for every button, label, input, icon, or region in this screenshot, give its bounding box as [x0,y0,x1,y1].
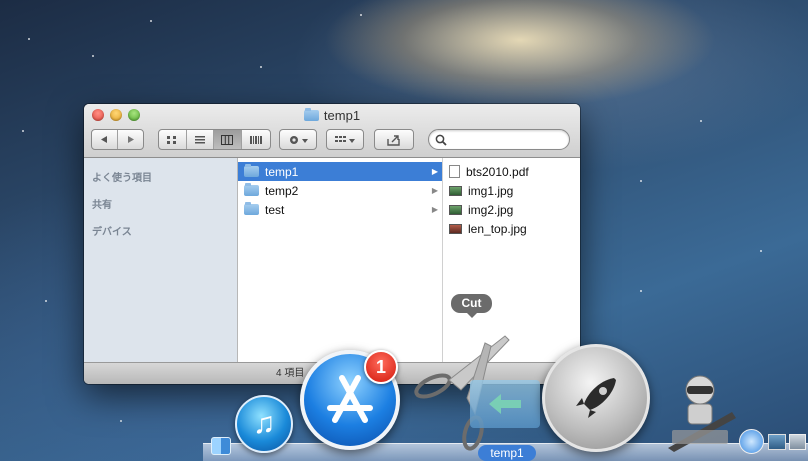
share-seg [375,130,413,149]
list-item[interactable]: img1.jpg [443,181,580,200]
sidebar-header-devices[interactable]: デバイス [84,218,237,245]
window-title-text: temp1 [323,108,361,123]
forward-button[interactable] [118,130,143,149]
list-item[interactable]: len_top.jpg [443,219,580,238]
back-forward-control [91,129,144,150]
back-button[interactable] [92,130,118,149]
column-view-button[interactable] [214,130,242,149]
share-button[interactable] [374,129,414,150]
folder-icon [244,164,259,177]
notification-badge: 1 [364,350,398,384]
launchpad-icon[interactable] [542,344,650,452]
image-icon [449,223,462,234]
disclosure-arrow-icon: ▶ [431,205,438,214]
folder-icon [244,183,259,196]
item-name: len_top.jpg [468,221,527,236]
action-menu-seg [280,130,316,149]
preview-icon[interactable] [768,434,786,450]
sidebar: よく使う項目 共有 デバイス [84,158,238,362]
arrange-icon [335,135,355,143]
item-name: temp1 [265,164,299,179]
list-view-button[interactable] [187,130,215,149]
item-count: 4 項目 [276,368,305,379]
list-item[interactable]: temp2 ▶ [238,181,442,200]
column-view-icon [221,134,234,145]
list-item[interactable]: temp1 ▶ [238,162,442,181]
list-item[interactable]: bts2010.pdf [443,162,580,181]
folder-icon[interactable] [470,380,540,428]
automator-icon[interactable] [662,372,737,452]
gear-icon [290,135,308,144]
rocket-icon [576,378,616,418]
list-view-icon [194,135,205,143]
search-icon [435,134,447,146]
image-icon [449,204,462,215]
back-arrow-icon [100,136,107,143]
pdf-icon [449,165,460,178]
arrange-menu-button[interactable] [326,129,364,150]
folder-icon [244,202,259,215]
item-name: img1.jpg [468,183,514,198]
item-name: temp2 [265,183,299,198]
coverflow-view-button[interactable] [242,130,270,149]
list-item[interactable]: img2.jpg [443,200,580,219]
sidebar-header-shared[interactable]: 共有 [84,191,237,218]
item-name: img2.jpg [468,202,514,217]
view-mode-control [158,129,271,150]
window-title: temp1 [84,108,580,123]
arrow-left-icon [489,394,521,414]
item-name: bts2010.pdf [466,164,529,179]
list-item[interactable]: test ▶ [238,200,442,219]
title-bar: temp1 [84,104,580,158]
safari-icon[interactable] [739,429,764,454]
sidebar-header-favorites[interactable]: よく使う項目 [84,164,237,191]
system-preferences-icon[interactable] [789,434,806,450]
folder-icon [303,108,319,121]
forward-arrow-icon [127,136,134,143]
icon-view-icon [167,135,177,144]
arrange-menu-seg [327,130,363,149]
search-field[interactable] [428,129,570,150]
dock-tooltip: Cut [451,294,492,318]
action-menu-button[interactable] [279,129,317,150]
disclosure-arrow-icon: ▶ [431,167,438,176]
coverflow-view-icon [249,135,262,144]
finder-icon[interactable] [211,437,231,455]
icon-view-button[interactable] [159,130,187,149]
share-icon [387,134,400,146]
drag-item-label: temp1 [478,445,536,461]
itunes-icon[interactable]: ♫ [235,395,293,453]
disclosure-arrow-icon: ▶ [431,186,438,195]
image-icon [449,185,462,196]
item-name: test [265,202,285,217]
